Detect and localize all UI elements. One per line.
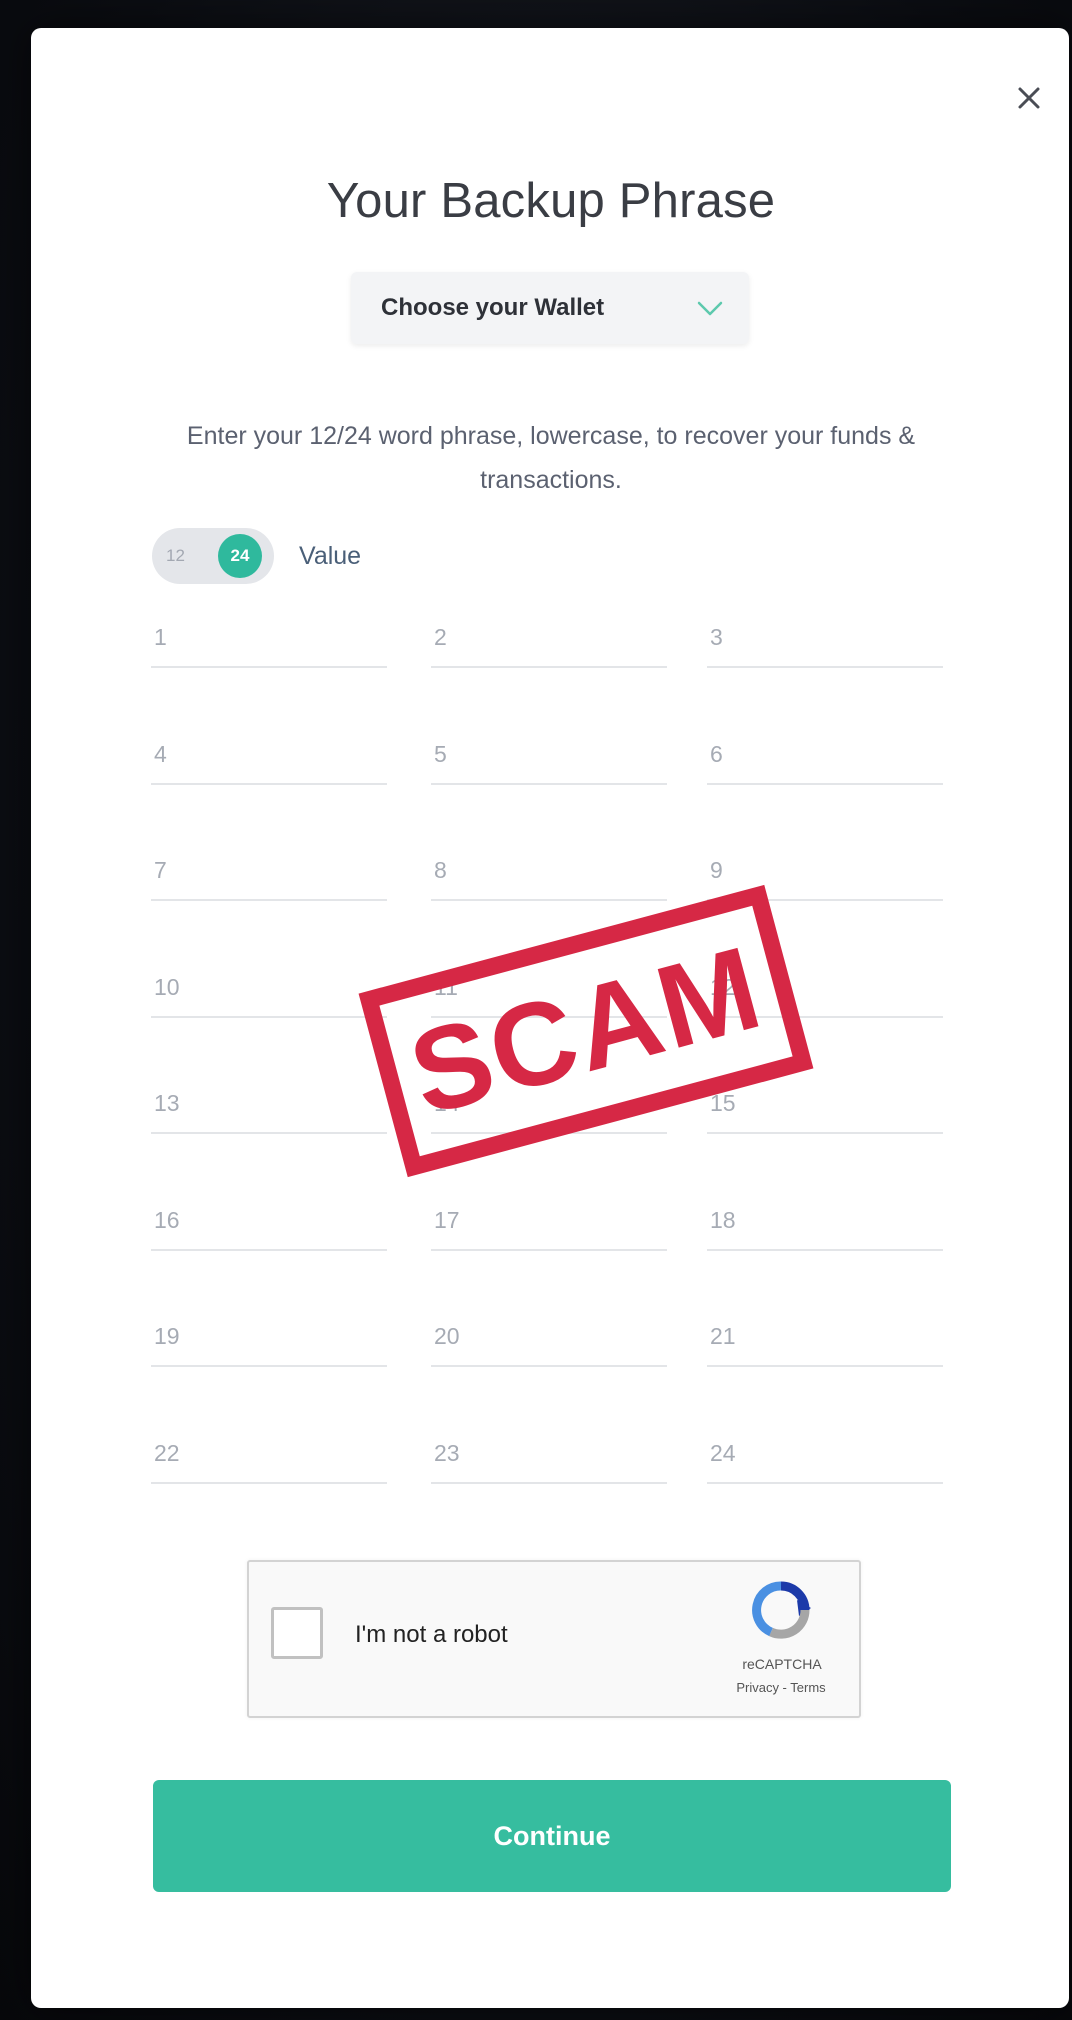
phrase-word-field[interactable]: 20 — [431, 1301, 667, 1367]
toggle-value-label: Value — [299, 542, 362, 570]
phrase-word-number: 15 — [710, 1090, 736, 1116]
recaptcha-widget: I'm not a robot reCAPTCHA Privacy - Term… — [247, 1560, 861, 1718]
phrase-word-field[interactable]: 16 — [151, 1185, 387, 1251]
phrase-word-number: 8 — [434, 857, 447, 883]
phrase-word-field[interactable]: 19 — [151, 1301, 387, 1367]
chevron-down-icon — [697, 301, 723, 316]
phrase-word-number: 17 — [434, 1207, 460, 1233]
instructions-text: Enter your 12/24 word phrase, lowercase,… — [186, 422, 916, 494]
phrase-word-field[interactable]: 11 — [431, 952, 667, 1018]
phrase-word-field[interactable]: 23 — [431, 1418, 667, 1484]
phrase-word-number: 12 — [710, 974, 736, 1000]
phrase-word-number: 24 — [710, 1440, 736, 1466]
phrase-word-field[interactable]: 22 — [151, 1418, 387, 1484]
phrase-word-field[interactable]: 14 — [431, 1068, 667, 1134]
phrase-word-number: 21 — [710, 1323, 736, 1349]
toggle-option-24[interactable]: 24 — [218, 534, 262, 578]
phrase-word-number: 1 — [154, 624, 167, 650]
phrase-word-number: 16 — [154, 1207, 180, 1233]
captcha-label: I'm not a robot — [355, 1621, 508, 1648]
phrase-word-field[interactable]: 6 — [707, 719, 943, 785]
phrase-word-field[interactable]: 5 — [431, 719, 667, 785]
phrase-word-field[interactable]: 17 — [431, 1185, 667, 1251]
phrase-word-field[interactable]: 18 — [707, 1185, 943, 1251]
phrase-word-number: 9 — [710, 857, 723, 883]
phrase-word-field[interactable]: 3 — [707, 602, 943, 668]
phrase-word-number: 14 — [434, 1090, 460, 1116]
word-count-toggle[interactable]: 12 24 — [152, 528, 274, 584]
phrase-word-number: 20 — [434, 1323, 460, 1349]
toggle-option-12[interactable]: 12 — [166, 528, 185, 584]
phrase-word-field[interactable]: 1 — [151, 602, 387, 668]
captcha-privacy-terms-links[interactable]: Privacy - Terms — [711, 1680, 851, 1695]
wallet-select[interactable]: Choose your Wallet — [351, 272, 749, 344]
captcha-brand: reCAPTCHA — [742, 1656, 822, 1672]
phrase-word-field[interactable]: 15 — [707, 1068, 943, 1134]
phrase-word-field[interactable]: 21 — [707, 1301, 943, 1367]
phrase-word-field[interactable]: 13 — [151, 1068, 387, 1134]
recaptcha-logo-icon — [752, 1581, 811, 1639]
phrase-word-number: 2 — [434, 624, 447, 650]
phrase-word-field[interactable]: 10 — [151, 952, 387, 1018]
phrase-word-field[interactable]: 24 — [707, 1418, 943, 1484]
close-icon — [1018, 87, 1040, 109]
phrase-word-number: 19 — [154, 1323, 180, 1349]
phrase-word-number: 13 — [154, 1090, 180, 1116]
phrase-word-number: 10 — [154, 974, 180, 1000]
phrase-word-field[interactable]: 12 — [707, 952, 943, 1018]
phrase-word-number: 3 — [710, 624, 723, 650]
phrase-word-number: 23 — [434, 1440, 460, 1466]
backup-phrase-modal: Your Backup Phrase Choose your Wallet En… — [31, 28, 1069, 2008]
continue-button[interactable]: Continue — [153, 1780, 951, 1892]
phrase-word-number: 18 — [710, 1207, 736, 1233]
phrase-word-number: 22 — [154, 1440, 180, 1466]
captcha-checkbox[interactable] — [271, 1607, 323, 1659]
wallet-select-value: Choose your Wallet — [381, 294, 605, 321]
phrase-word-number: 4 — [154, 741, 167, 767]
phrase-word-number: 11 — [434, 974, 458, 1000]
phrase-word-field[interactable]: 4 — [151, 719, 387, 785]
phrase-word-field[interactable]: 2 — [431, 602, 667, 668]
phrase-word-field[interactable]: 7 — [151, 835, 387, 901]
phrase-word-number: 7 — [154, 857, 167, 883]
phrase-word-number: 5 — [434, 741, 447, 767]
phrase-word-field[interactable]: 9 — [707, 835, 943, 901]
phrase-word-field[interactable]: 8 — [431, 835, 667, 901]
modal-title: Your Backup Phrase — [326, 174, 776, 228]
close-button[interactable] — [1011, 80, 1047, 116]
phrase-word-number: 6 — [710, 741, 723, 767]
